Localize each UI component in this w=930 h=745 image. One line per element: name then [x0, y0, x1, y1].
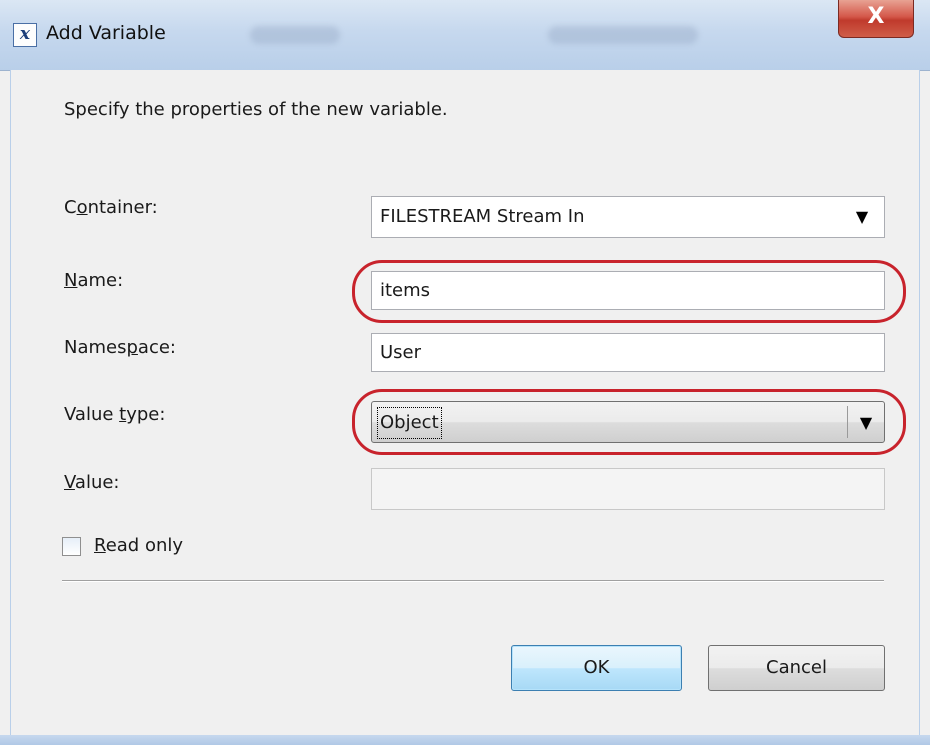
close-button[interactable]: X	[838, 0, 914, 38]
dialog-description: Specify the properties of the new variab…	[64, 99, 448, 120]
cancel-button[interactable]: Cancel	[708, 645, 885, 691]
separator	[62, 580, 884, 582]
container-dropdown[interactable]: FILESTREAM Stream In ▼	[371, 196, 885, 238]
title-bar: x Add Variable X	[0, 0, 930, 71]
read-only-checkbox[interactable]	[62, 537, 81, 556]
ok-button[interactable]: OK	[511, 645, 682, 691]
name-highlight	[352, 260, 906, 323]
window-title: Add Variable	[46, 22, 166, 44]
namespace-field[interactable]: User	[371, 333, 885, 372]
value-label: Value:	[64, 472, 120, 493]
namespace-label: Namespace:	[64, 337, 176, 358]
chevron-down-icon[interactable]: ▼	[840, 197, 884, 237]
background-blur	[548, 26, 698, 44]
variable-x-icon: x	[13, 23, 37, 47]
value-type-label: Value type:	[64, 404, 166, 425]
read-only-label[interactable]: Read only	[94, 535, 183, 556]
container-value: FILESTREAM Stream In	[380, 206, 585, 227]
background-blur	[250, 26, 340, 44]
name-label: Name:	[64, 270, 124, 291]
container-label: Container:	[64, 197, 158, 218]
value-field	[371, 468, 885, 510]
window-bottom-border	[0, 735, 930, 745]
value-type-highlight	[352, 389, 906, 455]
